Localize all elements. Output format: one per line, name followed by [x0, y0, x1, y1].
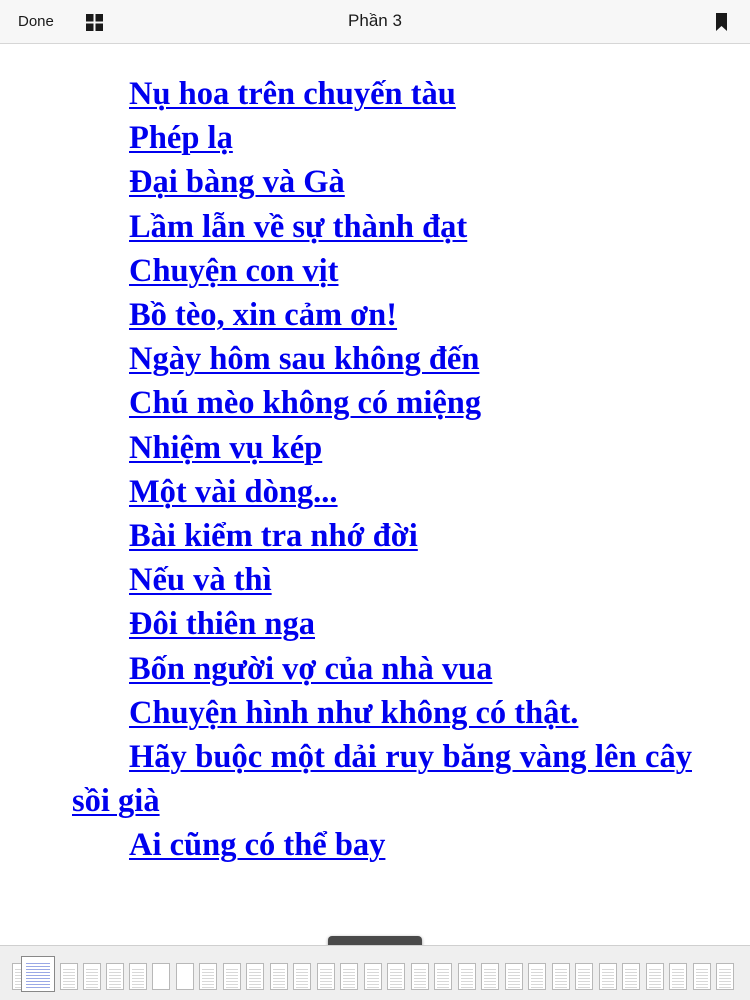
- toc-link[interactable]: Nhiệm vụ kép: [129, 430, 322, 466]
- page-thumbnail[interactable]: [552, 963, 570, 990]
- current-page-thumbnail[interactable]: [21, 956, 55, 992]
- toc-link[interactable]: Nếu và thì: [129, 562, 272, 598]
- page-thumbnail[interactable]: [646, 963, 664, 990]
- toc-item: Bốn người vợ của nhà vua: [72, 647, 692, 691]
- toc-link[interactable]: Chú mèo không có miệng: [129, 385, 481, 421]
- page-thumbnail[interactable]: [575, 963, 593, 990]
- page-thumbnail[interactable]: [176, 963, 194, 990]
- toc-link[interactable]: Chuyện con vịt: [129, 253, 338, 289]
- page-thumbnail[interactable]: [340, 963, 358, 990]
- toc-link[interactable]: Ngày hôm sau không đến: [129, 341, 479, 377]
- toc-item: Phép lạ: [72, 116, 692, 160]
- page-thumbnail[interactable]: [60, 963, 78, 990]
- toc-link[interactable]: Một vài dòng...: [129, 474, 338, 510]
- page-thumbnail[interactable]: [622, 963, 640, 990]
- page-thumbnail[interactable]: [458, 963, 476, 990]
- page-thumbnail[interactable]: [364, 963, 382, 990]
- page-thumbnail[interactable]: [246, 963, 264, 990]
- page-thumbnail[interactable]: [129, 963, 147, 990]
- toc-item: Chuyện con vịt: [72, 249, 692, 293]
- page-thumbnail[interactable]: [528, 963, 546, 990]
- toc-link[interactable]: Đôi thiên nga: [129, 606, 315, 642]
- page-thumbnail[interactable]: [505, 963, 523, 990]
- page-thumbnail[interactable]: [387, 963, 405, 990]
- document-title: Phần 3: [348, 11, 402, 30]
- toc-link[interactable]: Nụ hoa trên chuyến tàu: [129, 76, 456, 112]
- table-of-contents: Nụ hoa trên chuyến tàu Phép lạ Đại bàng …: [72, 72, 692, 868]
- toc-item: Đôi thiên nga: [72, 602, 692, 646]
- toc-item: Nụ hoa trên chuyến tàu: [72, 72, 692, 116]
- thumbnail-strip[interactable]: [0, 945, 750, 1000]
- toc-link[interactable]: Phép lạ: [129, 120, 233, 156]
- toc-link[interactable]: Ai cũng có thể bay: [129, 827, 385, 863]
- toc-item: Ngày hôm sau không đến: [72, 337, 692, 381]
- toc-link[interactable]: Lầm lẫn về sự thành đạt: [129, 209, 467, 245]
- page-thumbnail[interactable]: [270, 963, 288, 990]
- toc-item: Nhiệm vụ kép: [72, 426, 692, 470]
- toc-link[interactable]: Đại bàng và Gà: [129, 164, 345, 200]
- page-thumbnail[interactable]: [693, 963, 711, 990]
- bookmark-icon[interactable]: [715, 13, 728, 31]
- toc-link[interactable]: Hãy buộc một dải ruy băng vàng lên cây s…: [72, 739, 692, 819]
- toc-item: Lầm lẫn về sự thành đạt: [72, 205, 692, 249]
- toc-item: Ai cũng có thể bay: [72, 823, 692, 867]
- toc-item: Bài kiểm tra nhớ đời: [72, 514, 692, 558]
- toc-link[interactable]: Bồ tèo, xin cảm ơn!: [129, 297, 397, 333]
- toc-link[interactable]: Chuyện hình như không có thật.: [129, 695, 578, 731]
- page-thumbnail[interactable]: [599, 963, 617, 990]
- page-thumbnail[interactable]: [434, 963, 452, 990]
- toc-item: Chuyện hình như không có thật.: [72, 691, 692, 735]
- page-thumbnail[interactable]: [223, 963, 241, 990]
- page-thumbnail[interactable]: [317, 963, 335, 990]
- toc-item: Chú mèo không có miệng: [72, 381, 692, 425]
- toc-item: Hãy buộc một dải ruy băng vàng lên cây s…: [72, 735, 692, 823]
- toc-link[interactable]: Bốn người vợ của nhà vua: [129, 651, 492, 687]
- page-thumbnail[interactable]: [669, 963, 687, 990]
- page-thumbnail[interactable]: [716, 963, 734, 990]
- toc-item: Nếu và thì: [72, 558, 692, 602]
- toc-item: Một vài dòng...: [72, 470, 692, 514]
- page-thumbnail[interactable]: [293, 963, 311, 990]
- toc-item: Bồ tèo, xin cảm ơn!: [72, 293, 692, 337]
- page-thumbnail[interactable]: [199, 963, 217, 990]
- page-thumbnail[interactable]: [83, 963, 101, 990]
- top-toolbar: Done Phần 3: [0, 0, 750, 44]
- page-thumbnail[interactable]: [411, 963, 429, 990]
- page-thumbnail[interactable]: [106, 963, 124, 990]
- page-thumbnail[interactable]: [481, 963, 499, 990]
- page-thumbnail[interactable]: [152, 963, 170, 990]
- toc-item: Đại bàng và Gà: [72, 160, 692, 204]
- toc-link[interactable]: Bài kiểm tra nhớ đời: [129, 518, 418, 554]
- book-page: Nụ hoa trên chuyến tàu Phép lạ Đại bàng …: [0, 45, 750, 967]
